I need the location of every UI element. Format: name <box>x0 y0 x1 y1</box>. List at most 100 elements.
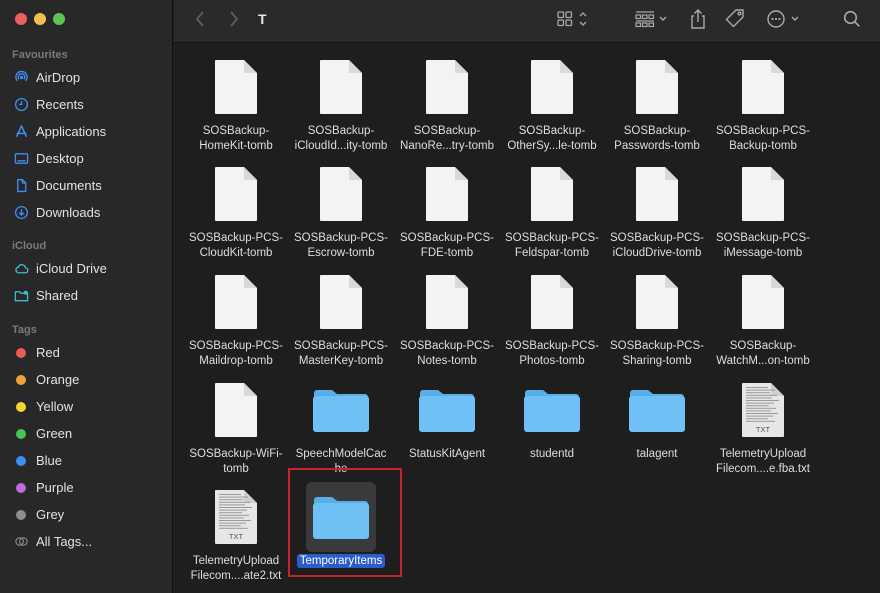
sidebar: Favourites AirDrop Recents Applications … <box>0 0 173 593</box>
folder-item[interactable]: TemporaryItems <box>289 482 393 569</box>
folder-icon <box>622 375 692 445</box>
search-button[interactable] <box>842 8 862 30</box>
file-name-label: SOSBackup- NanoRe...try-tomb <box>395 124 499 154</box>
sidebar-item-label: Yellow <box>36 399 74 414</box>
document-file-icon <box>306 267 376 337</box>
file-item[interactable]: SOSBackup-PCS- Maildrop-tomb <box>184 267 288 369</box>
file-name-text: SOSBackup-PCS- FDE-tomb <box>400 232 494 259</box>
document-file-icon <box>517 52 587 122</box>
file-item[interactable]: SOSBackup- Passwords-tomb <box>605 52 709 154</box>
file-item[interactable]: SOSBackup-PCS- FDE-tomb <box>395 159 499 261</box>
file-name-text: talagent <box>636 448 678 460</box>
tag-color-dot-icon <box>16 374 26 385</box>
file-name-text: SOSBackup- WatchM...on-tomb <box>716 340 810 367</box>
file-name-label: studentd <box>500 447 604 462</box>
sidebar-tag-grey[interactable]: Grey <box>0 501 173 528</box>
sidebar-tag-yellow[interactable]: Yellow <box>0 393 173 420</box>
sidebar-item-applications[interactable]: Applications <box>0 118 173 145</box>
sidebar-tag-green[interactable]: Green <box>0 420 173 447</box>
sidebar-item-airdrop[interactable]: AirDrop <box>0 64 173 91</box>
sidebar-tag-red[interactable]: Red <box>0 339 173 366</box>
file-item[interactable]: SOSBackup-PCS- MasterKey-tomb <box>289 267 393 369</box>
file-item[interactable]: SOSBackup-PCS- iMessage-tomb <box>711 159 815 261</box>
close-button[interactable] <box>15 13 27 25</box>
sidebar-tag-purple[interactable]: Purple <box>0 474 173 501</box>
sidebar-item-recents[interactable]: Recents <box>0 91 173 118</box>
search-icon <box>843 10 860 27</box>
file-name-text: SOSBackup- iCloudId...ity-tomb <box>294 125 388 152</box>
text-file-icon: TXT <box>728 375 798 445</box>
file-name-text: SOSBackup-PCS- Sharing-tomb <box>610 340 704 367</box>
forward-button[interactable] <box>228 8 240 30</box>
file-item[interactable]: SOSBackup-PCS- Escrow-tomb <box>289 159 393 261</box>
sidebar-item-label: Orange <box>36 372 80 387</box>
file-name-label: SOSBackup-PCS- Feldspar-tomb <box>500 231 604 261</box>
sidebar-item-downloads[interactable]: Downloads <box>0 199 173 226</box>
file-item[interactable]: SOSBackup-PCS- iCloudDrive-tomb <box>605 159 709 261</box>
tag-color-dot-icon <box>16 428 26 439</box>
sidebar-item-desktop[interactable]: Desktop <box>0 145 173 172</box>
sidebar-item-label: Documents <box>36 178 102 193</box>
sidebar-tag-orange[interactable]: Orange <box>0 366 173 393</box>
share-button[interactable] <box>688 8 708 30</box>
file-name-text: SOSBackup-PCS- iCloudDrive-tomb <box>610 232 704 259</box>
file-name-text: TelemetryUpload Filecom....ate2.txt <box>190 555 282 582</box>
group-by-button[interactable] <box>634 8 670 30</box>
file-name-label: talagent <box>605 447 709 462</box>
file-item[interactable]: SOSBackup-PCS- Sharing-tomb <box>605 267 709 369</box>
sidebar-item-shared[interactable]: Shared <box>0 282 173 309</box>
file-name-label: SOSBackup- Passwords-tomb <box>605 124 709 154</box>
document-file-icon <box>201 52 271 122</box>
file-item[interactable]: SOSBackup- iCloudId...ity-tomb <box>289 52 393 154</box>
file-item[interactable]: SOSBackup- HomeKit-tomb <box>184 52 288 154</box>
file-item[interactable]: TXT TelemetryUpload Filecom....e.fba.txt <box>711 375 815 477</box>
maximize-button[interactable] <box>53 13 65 25</box>
document-file-icon <box>306 159 376 229</box>
folder-item[interactable]: SpeechModelCac he <box>289 375 393 477</box>
tag-color-dot-icon <box>16 347 26 358</box>
file-item[interactable]: SOSBackup-PCS- Photos-tomb <box>500 267 604 369</box>
folder-item[interactable]: talagent <box>605 375 709 462</box>
file-item[interactable]: TXT TelemetryUpload Filecom....ate2.txt <box>184 482 288 584</box>
file-item[interactable]: SOSBackup- NanoRe...try-tomb <box>395 52 499 154</box>
more-actions-button[interactable] <box>766 8 802 30</box>
tag-color-dot-icon <box>16 401 26 412</box>
file-name-label: TemporaryItems <box>289 554 393 569</box>
sidebar-item-label: Blue <box>36 453 63 468</box>
document-file-icon <box>201 375 271 445</box>
sidebar-tag-blue[interactable]: Blue <box>0 447 173 474</box>
document-file-icon <box>412 159 482 229</box>
icloud-section: iCloud iCloud Drive Shared <box>0 238 173 309</box>
file-name-label: TelemetryUpload Filecom....ate2.txt <box>184 554 288 584</box>
file-item[interactable]: SOSBackup-PCS- CloudKit-tomb <box>184 159 288 261</box>
applications-icon <box>13 124 29 140</box>
sidebar-item-label: Downloads <box>36 205 101 220</box>
sidebar-all-tags[interactable]: All Tags... <box>0 528 173 555</box>
sidebar-item-label: All Tags... <box>36 534 93 549</box>
file-name-label: SpeechModelCac he <box>289 447 393 477</box>
sidebar-item-label: Recents <box>36 97 84 112</box>
back-button[interactable] <box>194 8 206 30</box>
minimize-button[interactable] <box>34 13 46 25</box>
airdrop-icon <box>13 70 29 86</box>
ellipsis-circle-icon <box>767 10 799 28</box>
file-item[interactable]: SOSBackup-PCS- Feldspar-tomb <box>500 159 604 261</box>
window-controls <box>15 13 65 25</box>
file-item[interactable]: SOSBackup-PCS- Backup-tomb <box>711 52 815 154</box>
file-item[interactable]: SOSBackup- WatchM...on-tomb <box>711 267 815 369</box>
file-item[interactable]: SOSBackup-PCS- Notes-tomb <box>395 267 499 369</box>
file-name-text: SOSBackup-PCS- Notes-tomb <box>400 340 494 367</box>
view-mode-button[interactable] <box>556 8 590 30</box>
sidebar-item-documents[interactable]: Documents <box>0 172 173 199</box>
sidebar-item-icloud-drive[interactable]: iCloud Drive <box>0 255 173 282</box>
file-item[interactable]: SOSBackup- OtherSy...le-tomb <box>500 52 604 154</box>
folder-item[interactable]: studentd <box>500 375 604 462</box>
all-tags-icon <box>13 534 29 550</box>
tag-button[interactable] <box>724 8 746 30</box>
file-name-label: SOSBackup-WiFi- tomb <box>184 447 288 477</box>
file-name-label: SOSBackup-PCS- Maildrop-tomb <box>184 339 288 369</box>
folder-item[interactable]: StatusKitAgent <box>395 375 499 462</box>
sidebar-item-label: Red <box>36 345 60 360</box>
file-item[interactable]: SOSBackup-WiFi- tomb <box>184 375 288 477</box>
document-file-icon <box>517 267 587 337</box>
